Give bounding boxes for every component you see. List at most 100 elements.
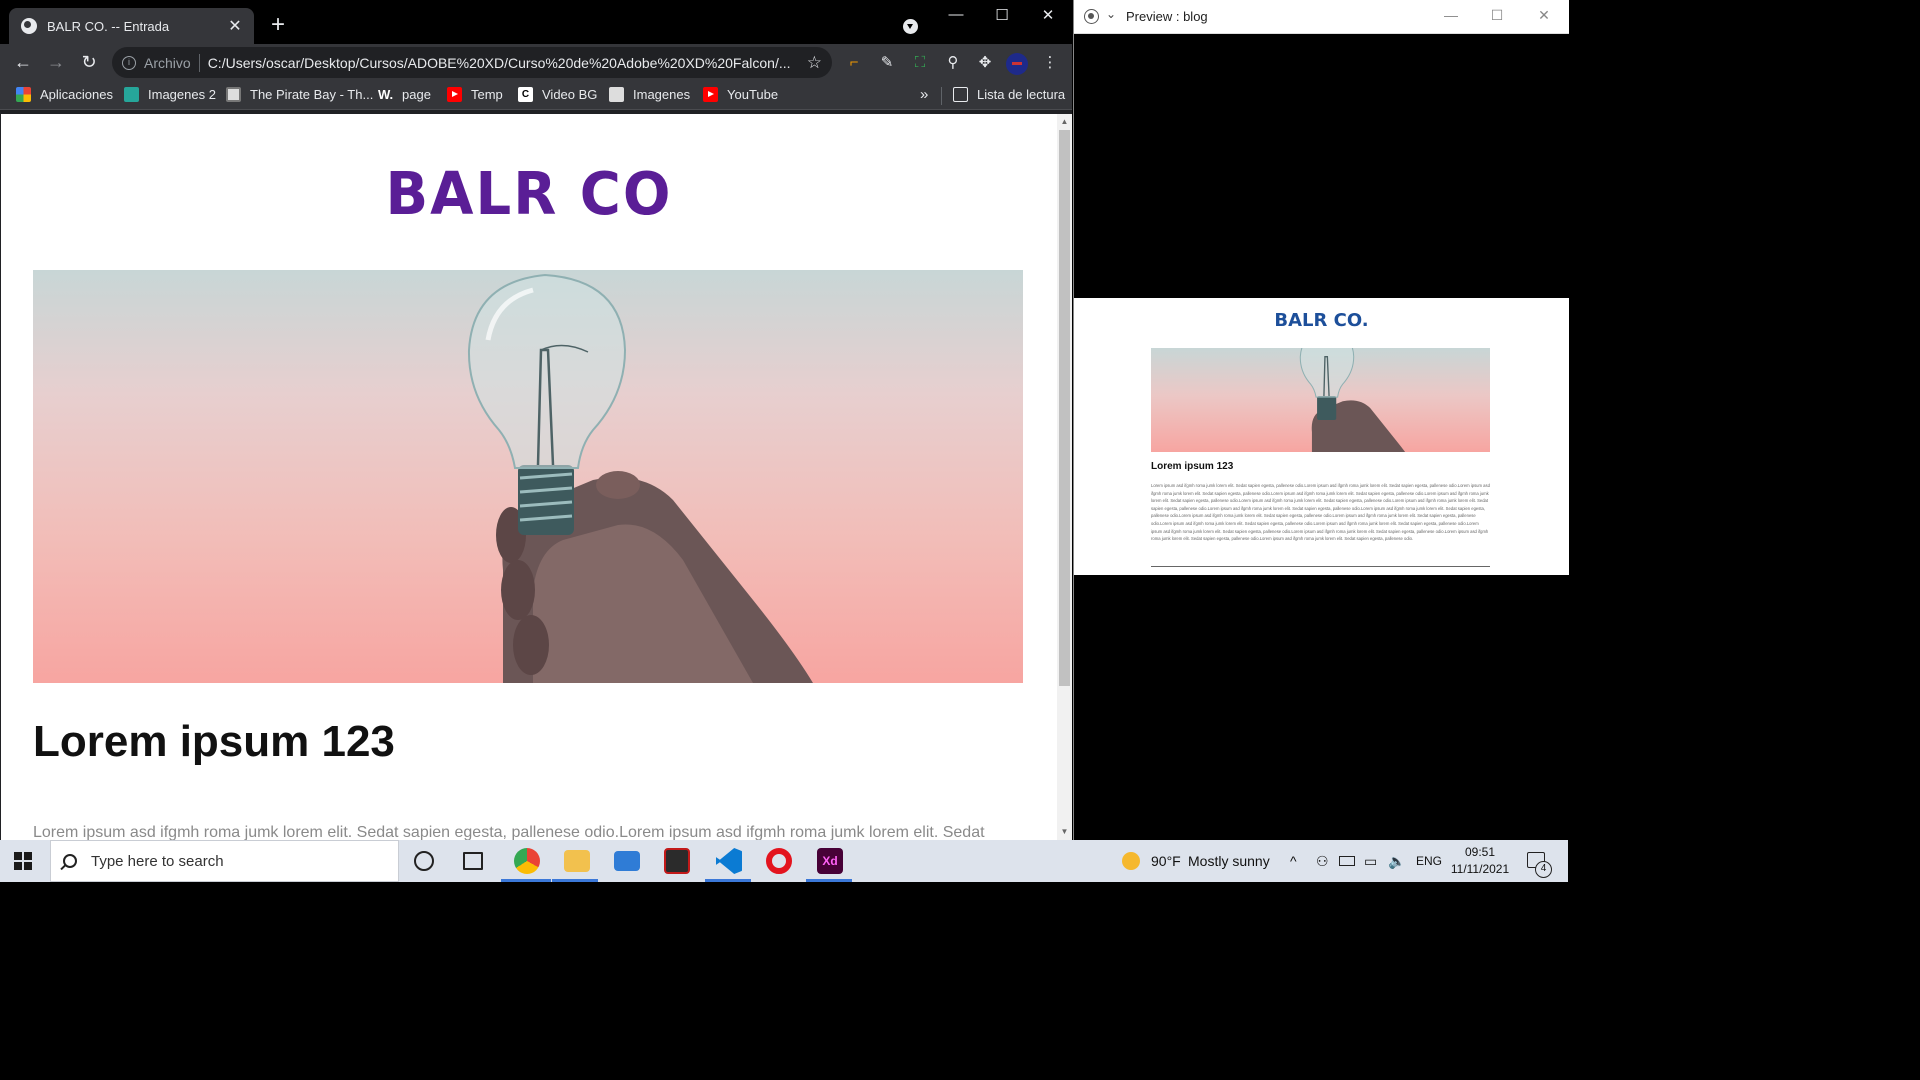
tab-strip: BALR CO. -- Entrada ✕ + — ☐ ✕: [0, 0, 1072, 44]
bookmark-video-bg[interactable]: C Video BG: [518, 87, 597, 102]
bookmark-star-icon[interactable]: ☆: [807, 53, 822, 73]
extensions-puzzle-icon[interactable]: ✥: [975, 53, 995, 73]
xd-artboard: BALR CO. Lorem ipsum 123 Lorem ipsum asd…: [1074, 298, 1569, 575]
chevron-up-icon[interactable]: ^: [1290, 853, 1297, 869]
file-explorer-icon[interactable]: [564, 850, 590, 872]
xd-close-button[interactable]: ✕: [1529, 7, 1559, 24]
bookmark-page[interactable]: W. page: [378, 87, 431, 102]
bookmark-label: Video BG: [542, 87, 598, 102]
bookmark-youtube[interactable]: YouTube: [703, 87, 778, 102]
weather-temp[interactable]: 90°F: [1151, 853, 1181, 869]
volume-icon[interactable]: 🔈: [1388, 853, 1405, 870]
bookmark-label: YouTube: [727, 87, 779, 102]
extension-screenshot-icon[interactable]: ⛶: [910, 53, 930, 73]
menu-kebab-icon[interactable]: ⋮: [1040, 53, 1060, 73]
windows-start-icon[interactable]: [14, 852, 32, 870]
xd-site-logo[interactable]: BALR CO.: [1074, 310, 1569, 331]
record-icon[interactable]: [1084, 9, 1099, 24]
scroll-down-arrow-icon[interactable]: ▼: [1057, 825, 1072, 839]
search-icon: [63, 854, 77, 868]
clock[interactable]: 09:51 11/11/2021: [1446, 844, 1514, 878]
youtube-icon: [703, 87, 718, 102]
reading-list-button[interactable]: Lista de lectura: [953, 87, 1065, 102]
cortana-icon[interactable]: [414, 851, 434, 871]
adobe-xd-icon[interactable]: Xd: [817, 848, 843, 874]
bookmark-imagenes[interactable]: Imagenes: [609, 87, 690, 102]
security-label: Archivo: [144, 54, 191, 71]
bookmarks-overflow-button[interactable]: »: [920, 86, 928, 103]
language-indicator[interactable]: ENG: [1416, 854, 1442, 868]
bookmark-pirate-bay[interactable]: The Pirate Bay - Th...: [226, 87, 373, 102]
url-text[interactable]: C:/Users/oscar/Desktop/Cursos/ADOBE%20XD…: [208, 55, 799, 71]
tab-active[interactable]: BALR CO. -- Entrada ✕: [9, 8, 254, 44]
extension-pen-icon[interactable]: ✎: [877, 53, 897, 73]
w-icon: W.: [378, 87, 394, 102]
mail-icon[interactable]: [614, 851, 640, 871]
info-icon[interactable]: i: [122, 55, 136, 70]
game-icon[interactable]: [664, 848, 690, 874]
reading-list-label: Lista de lectura: [977, 87, 1066, 102]
minimize-button[interactable]: —: [941, 6, 971, 23]
lightbulb-hand-illustration: [467, 273, 813, 683]
weather-condition[interactable]: Mostly sunny: [1188, 853, 1270, 869]
scroll-up-arrow-icon[interactable]: ▲: [1057, 115, 1072, 129]
bookmark-label: Imagenes: [633, 87, 691, 102]
bookmark-label: Temp: [471, 87, 503, 102]
teal-icon: [124, 87, 139, 102]
xd-divider: [1151, 566, 1490, 567]
task-view-icon[interactable]: [463, 852, 483, 870]
apps-grid-icon: [16, 87, 31, 102]
address-divider: [198, 53, 200, 72]
tab-search-icon[interactable]: [903, 19, 918, 34]
vscode-icon[interactable]: [716, 848, 742, 874]
windows-taskbar: Type here to search Xd 90°F Mostly sunny…: [0, 840, 1568, 882]
close-window-button[interactable]: ✕: [1033, 6, 1063, 24]
vscode-running-indicator: [705, 879, 751, 882]
c-icon: C: [518, 87, 533, 102]
bookmark-temp[interactable]: Temp: [447, 87, 503, 102]
opera-icon[interactable]: [766, 848, 792, 874]
maximize-button[interactable]: ☐: [987, 6, 1017, 24]
chevron-down-icon[interactable]: ⌄: [1106, 7, 1116, 21]
new-tab-button[interactable]: +: [266, 12, 290, 38]
globe-icon: [21, 18, 37, 34]
reading-list-icon: [953, 87, 968, 102]
youtube-icon: [447, 87, 462, 102]
post-title: Lorem ipsum 123: [33, 717, 395, 766]
back-button[interactable]: ←: [12, 51, 34, 73]
battery-icon[interactable]: [1339, 856, 1355, 866]
search-placeholder: Type here to search: [91, 852, 224, 870]
bookmark-aplicaciones[interactable]: Aplicaciones: [16, 87, 113, 102]
xd-minimize-button[interactable]: —: [1436, 7, 1466, 23]
browser-toolbar: ← → ↻ i Archivo C:/Users/oscar/Desktop/C…: [0, 44, 1072, 81]
clock-time: 09:51: [1464, 845, 1496, 859]
bookmark-label: Imagenes 2: [148, 87, 216, 102]
reload-button[interactable]: ↻: [78, 51, 100, 73]
site-logo[interactable]: BALR CO: [1, 160, 1057, 228]
weather-sun-icon[interactable]: [1122, 852, 1140, 870]
page-viewport: BALR CO Lorem ipsum 123 Lorem ipsum asd …: [1, 114, 1057, 840]
xd-maximize-button[interactable]: ☐: [1482, 7, 1512, 24]
tab-title: BALR CO. -- Entrada: [47, 18, 170, 34]
image-icon: [609, 87, 624, 102]
hero-image: [33, 270, 1023, 683]
page-scrollbar[interactable]: ▲ ▼: [1057, 114, 1072, 840]
network-icon[interactable]: ▭: [1364, 853, 1377, 870]
forward-button[interactable]: →: [45, 51, 67, 73]
chrome-icon[interactable]: [514, 848, 540, 874]
xd-post-title: Lorem ipsum 123: [1151, 461, 1234, 472]
profile-avatar[interactable]: [1006, 53, 1028, 75]
bookmark-imagenes-2[interactable]: Imagenes 2: [124, 87, 216, 102]
extension-search-icon[interactable]: ⚲: [943, 53, 963, 73]
explorer-running-indicator: [552, 879, 598, 882]
tab-close-icon[interactable]: ✕: [226, 16, 244, 36]
scrollbar-thumb[interactable]: [1059, 130, 1070, 686]
taskbar-search[interactable]: Type here to search: [50, 840, 399, 882]
extension-orange-icon[interactable]: ⌐: [844, 53, 864, 73]
meet-now-icon[interactable]: ⚇: [1316, 853, 1329, 870]
post-body: Lorem ipsum asd ifgmh roma jumk lorem el…: [33, 824, 985, 840]
xd-window-title: Preview : blog: [1126, 9, 1208, 24]
address-bar[interactable]: i Archivo C:/Users/oscar/Desktop/Cursos/…: [112, 47, 832, 78]
notification-count-badge: 4: [1535, 861, 1552, 878]
xd-running-indicator: [806, 879, 852, 882]
